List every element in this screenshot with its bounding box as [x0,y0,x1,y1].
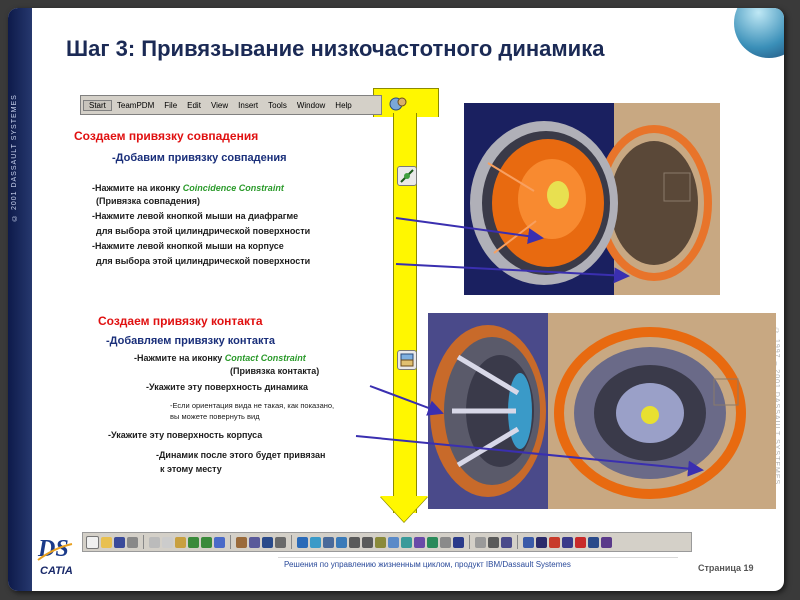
cut-icon[interactable] [149,536,160,548]
menu-start[interactable]: Start [83,99,112,111]
coincidence-heading: Создаем привязку совпадения [74,129,259,143]
decorative-sphere [734,8,784,58]
toolbar-separator [143,535,144,549]
toolbar-separator [517,535,518,549]
normal-view-icon[interactable] [375,536,386,548]
coincidence-step-3b: для выбора этой цилиндрической поверхнос… [96,256,311,266]
contact-step-2: -Укажите эту поверхность динамика [146,382,308,392]
fog-icon[interactable] [249,536,260,548]
menu-teampdm[interactable]: TeamPDM [112,101,159,110]
left-brand-band: © 2001 DASSAULT SYSTEMES [8,8,32,591]
menu-edit[interactable]: Edit [182,101,206,110]
undo-icon[interactable] [188,536,199,548]
offset-icon[interactable] [549,536,560,548]
fly-mode-icon[interactable] [297,536,308,548]
coincidence-step-1b: (Привязка совпадения) [96,196,201,206]
catia-bottom-toolbar [82,532,692,552]
contact-heading: Создаем привязку контакта [98,314,263,328]
explode-icon[interactable] [601,536,612,548]
snap-icon[interactable] [588,536,599,548]
hide-show-icon[interactable] [427,536,438,548]
catia-menubar: Start TeamPDM File Edit View Insert Tool… [80,95,382,115]
iso-view-icon[interactable] [401,536,412,548]
multi-view-icon[interactable] [388,536,399,548]
scene-icon[interactable] [501,536,512,548]
page-number: Страница 19 [698,563,754,573]
coincidence-constraint-icon[interactable] [397,166,417,186]
print-icon[interactable] [127,536,138,548]
layer-icon[interactable] [475,536,486,548]
rotate-icon[interactable] [336,536,347,548]
contact-step-4: -Динамик после этого будет привязан [156,450,326,460]
swap-space-icon[interactable] [440,536,451,548]
left-band-copyright: © 2001 DASSAULT SYSTEMES [11,94,18,222]
toolbar-separator [469,535,470,549]
contact-step-1: -Нажмите на иконку Contact Constraint [134,353,306,363]
menu-insert[interactable]: Insert [233,101,263,110]
toolbar-separator [230,535,231,549]
footer-caption: Решения по управлению жизненным циклом, … [284,560,571,569]
menu-help[interactable]: Help [330,101,356,110]
yellow-arrow-tip [380,496,428,522]
zoom-in-icon[interactable] [349,536,360,548]
contact-step-1b: (Привязка контакта) [230,366,320,376]
contact-step-4b: к этому месту [160,464,222,474]
contact-note-1: -Если ориентация вида не такая, как пока… [170,401,335,410]
constraint-icon[interactable] [523,536,534,548]
copy-icon[interactable] [162,536,173,548]
update-icon[interactable] [575,536,586,548]
coincidence-step-2: -Нажмите левой кнопкой мыши на диафрагме [92,211,299,221]
catia-logo: DS CATIA [34,530,98,580]
formula-icon[interactable] [236,536,247,548]
toolbar-separator [291,535,292,549]
contact-render [428,313,776,509]
zoom-out-icon[interactable] [362,536,373,548]
fix-icon[interactable] [536,536,547,548]
fit-all-icon[interactable] [310,536,321,548]
shading-icon[interactable] [414,536,425,548]
whats-this-icon[interactable] [214,536,225,548]
footer-divider [278,557,678,558]
material-icon[interactable] [453,536,464,548]
assembly-gears-icon[interactable] [388,94,408,114]
pan-icon[interactable] [323,536,334,548]
menu-window[interactable]: Window [292,101,330,110]
contact-note-2: вы можете повернуть вид [170,412,260,421]
paste-icon[interactable] [175,536,186,548]
menu-tools[interactable]: Tools [263,101,292,110]
coincidence-subheading: -Добавим привязку совпадения [112,152,287,164]
table-icon[interactable] [262,536,273,548]
catia-wordmark: CATIA [40,565,73,577]
contact-constraint-link: Contact Constraint [224,353,306,363]
open-icon[interactable] [101,536,112,548]
contact-subheading: -Добавляем привязку контакта [106,335,276,347]
menu-view[interactable]: View [206,101,233,110]
coincidence-constraint-link: Coincidence Constraint [182,183,284,193]
contact-step-3: -Укажите эту поверхность корпуса [108,430,263,440]
slide: © 2001 DASSAULT SYSTEMES Шаг 3: Привязыв… [8,8,784,591]
coincidence-step-3: -Нажмите левой кнопкой мыши на корпусе [92,241,284,251]
coincidence-step-2b: для выбора этой цилиндрической поверхнос… [96,226,311,236]
coincidence-render [464,103,720,295]
coincidence-step-1: -Нажмите на иконку Coincidence Constrain… [92,183,284,193]
slide-title: Шаг 3: Привязывание низкочастотного дина… [66,36,605,61]
menu-file[interactable]: File [159,101,182,110]
measure-icon[interactable] [488,536,499,548]
contact-constraint-icon[interactable] [397,350,417,370]
redo-icon[interactable] [201,536,212,548]
catalog-icon[interactable] [275,536,286,548]
save-icon[interactable] [114,536,125,548]
angle-icon[interactable] [562,536,573,548]
